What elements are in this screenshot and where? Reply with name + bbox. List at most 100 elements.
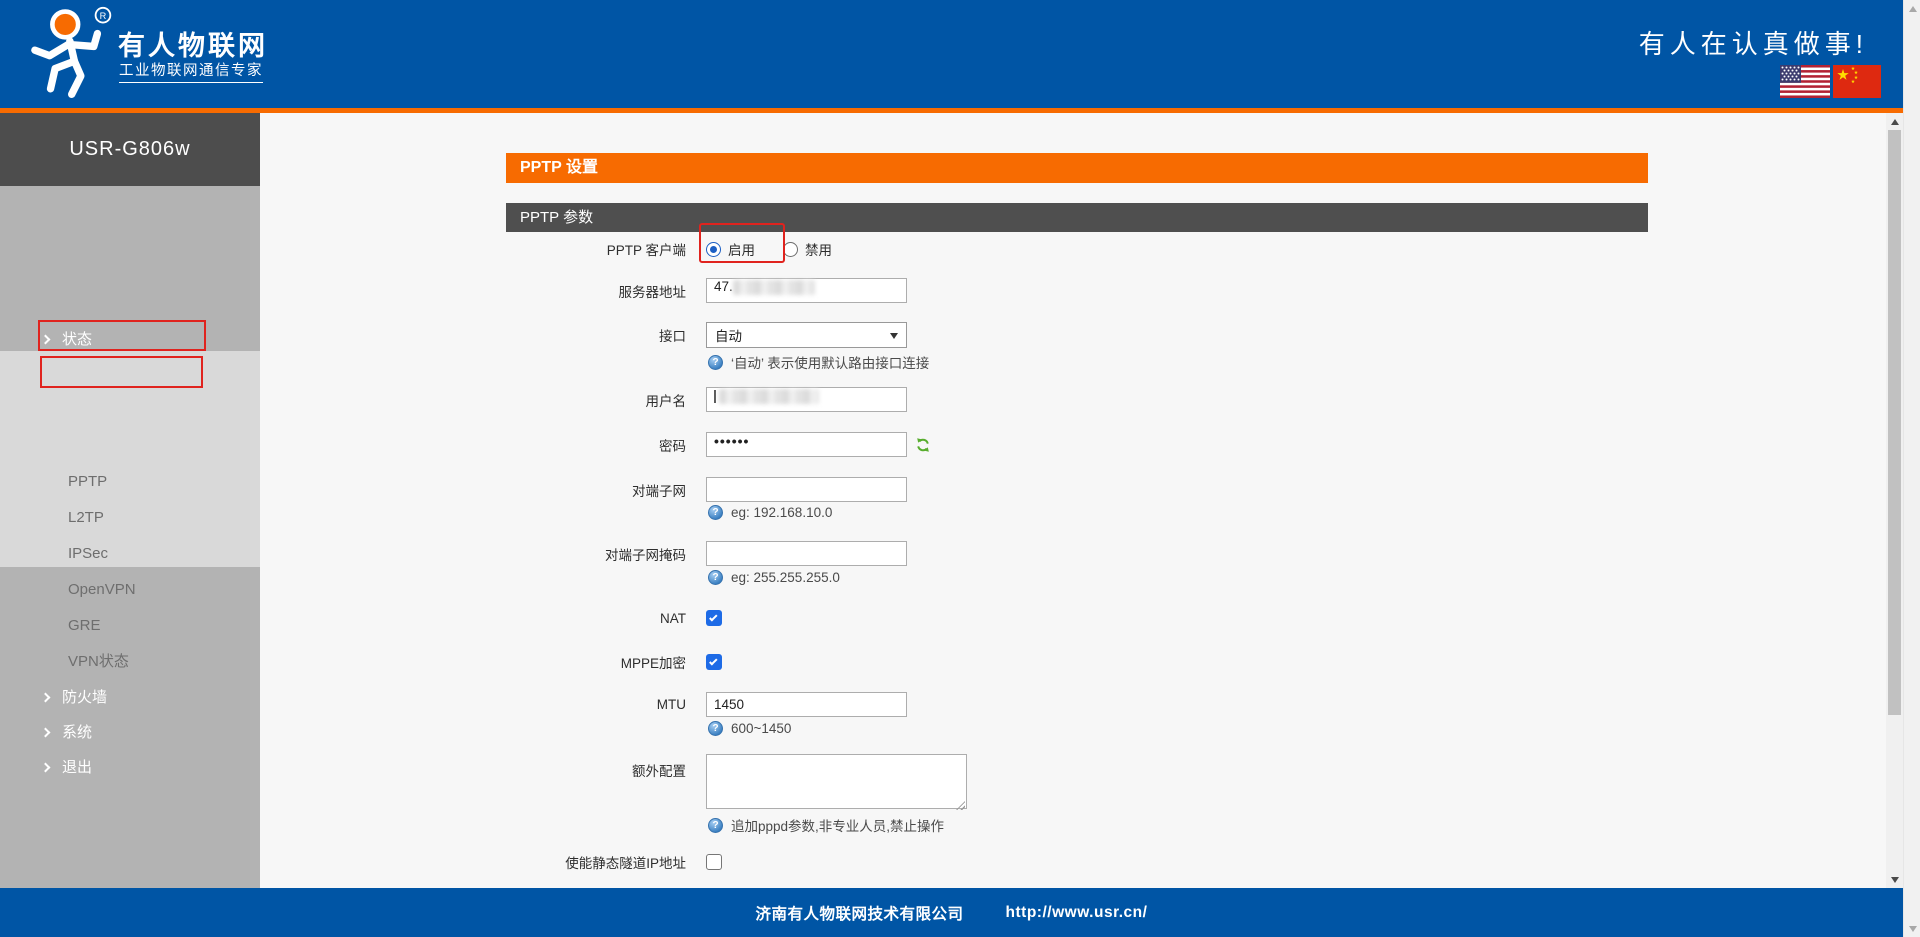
- chevron-right-icon: [41, 335, 51, 345]
- help-icon: ?: [708, 721, 723, 736]
- hint-text: ‘自动’ 表示使用默认路由接口连接: [731, 352, 929, 372]
- field-label: 用户名: [506, 390, 706, 410]
- sidebar-item-label: 防火墙: [62, 689, 107, 706]
- sidebar-item-l2tp[interactable]: L2TP: [0, 500, 260, 536]
- redacted-value: [733, 280, 815, 295]
- content-scrollbar[interactable]: [1886, 113, 1903, 888]
- peer-mask-input[interactable]: [706, 541, 907, 566]
- brand-name: 有人物联网: [118, 24, 268, 63]
- help-icon: ?: [708, 570, 723, 585]
- sidebar-item-vpn-status[interactable]: VPN状态: [0, 644, 260, 680]
- company-url-link[interactable]: http://www.usr.cn/: [1006, 904, 1148, 922]
- interface-select[interactable]: 自动: [706, 322, 907, 348]
- sidebar-nav: USR-G806w 状态 服务 网络 VPN PPTP L2TP IPSec O…: [0, 113, 260, 888]
- row-extra-config: 额外配置: [506, 754, 1648, 811]
- company-name: 济南有人物联网技术有限公司: [756, 902, 964, 924]
- row-server-address: 服务器地址 47.: [506, 278, 1648, 303]
- chevron-right-icon: [41, 728, 51, 738]
- sidebar-item-label: 退出: [62, 759, 92, 776]
- enable-radio-label[interactable]: 启用: [728, 239, 755, 259]
- header-accent-bar: [0, 108, 1920, 113]
- field-label: MTU: [506, 697, 706, 712]
- field-label: MPPE加密: [506, 652, 706, 672]
- scroll-down-button[interactable]: [1886, 871, 1903, 888]
- checkmark-icon: [709, 613, 717, 621]
- nat-checkbox[interactable]: [706, 610, 722, 626]
- help-icon: ?: [708, 818, 723, 833]
- scrollbar-thumb[interactable]: [1888, 130, 1901, 715]
- mtu-hint: ? 600~1450: [708, 721, 791, 736]
- row-peer-subnet: 对端子网: [506, 477, 1648, 502]
- top-header: R 有人物联网 工业物联网通信专家 有人在认真做事!: [0, 0, 1920, 108]
- row-password: 密码 ••••••: [506, 432, 1648, 457]
- scroll-down-button[interactable]: [1904, 920, 1920, 937]
- mppe-checkbox[interactable]: [706, 654, 722, 670]
- sidebar-item-label: IPSec: [68, 545, 108, 562]
- brand-tagline: 工业物联网通信专家: [119, 59, 263, 83]
- field-label: 额外配置: [506, 754, 706, 780]
- usr-logo-icon: R: [22, 4, 114, 100]
- field-label: 密码: [506, 435, 706, 455]
- select-arrow-icon: [890, 333, 898, 339]
- header-slogan: 有人在认真做事!: [1639, 24, 1868, 61]
- pptp-form: PPTP 客户端 启用 禁用 服务器地址 47. 接口 自动 ? ‘自动’ 表示…: [506, 232, 1648, 882]
- sidebar-item-logout[interactable]: 退出: [0, 750, 260, 786]
- row-mppe: MPPE加密: [506, 653, 1648, 671]
- server-address-input[interactable]: 47.: [706, 278, 907, 303]
- cn-flag-icon[interactable]: [1833, 65, 1881, 98]
- arrow-down-icon: [1909, 926, 1917, 932]
- username-input[interactable]: [706, 387, 907, 412]
- interface-hint: ? ‘自动’ 表示使用默认路由接口连接: [708, 352, 929, 372]
- field-label: 对端子网掩码: [506, 544, 706, 564]
- arrow-up-icon: [1891, 119, 1899, 125]
- registered-mark: R: [100, 11, 107, 21]
- extra-config-textarea[interactable]: [706, 754, 967, 809]
- mtu-input[interactable]: [706, 692, 907, 717]
- device-title: USR-G806w: [0, 113, 260, 186]
- row-pptp-client: PPTP 客户端 启用 禁用: [506, 234, 1648, 264]
- server-address-value: 47.: [714, 279, 733, 294]
- arrow-down-icon: [1891, 877, 1899, 883]
- peer-subnet-input[interactable]: [706, 477, 907, 502]
- enable-radio[interactable]: [706, 242, 721, 257]
- row-nat: NAT: [506, 609, 1648, 627]
- field-label: 使能静态隧道IP地址: [506, 852, 706, 872]
- extra-config-hint: ? 追加pppd参数,非专业人员,禁止操作: [708, 815, 944, 835]
- checkmark-icon: [709, 657, 717, 665]
- hint-text: eg: 192.168.10.0: [731, 505, 832, 520]
- sidebar-item-system[interactable]: 系统: [0, 715, 260, 751]
- password-refresh-icon[interactable]: [915, 437, 931, 453]
- sidebar-item-label: 系统: [62, 724, 92, 741]
- redacted-value: [719, 389, 819, 404]
- arrow-up-icon: [1909, 6, 1917, 12]
- sidebar-item-gre[interactable]: GRE: [0, 608, 260, 644]
- sidebar-item-label: GRE: [68, 617, 101, 634]
- peer-mask-hint: ? eg: 255.255.255.0: [708, 570, 840, 585]
- peer-subnet-hint: ? eg: 192.168.10.0: [708, 505, 832, 520]
- password-input[interactable]: ••••••: [706, 432, 907, 457]
- help-icon: ?: [708, 355, 723, 370]
- disable-radio-label[interactable]: 禁用: [805, 239, 832, 259]
- field-label: PPTP 客户端: [506, 239, 706, 259]
- scroll-up-button[interactable]: [1886, 113, 1903, 130]
- help-icon: ?: [708, 505, 723, 520]
- page-scrollbar[interactable]: [1903, 0, 1920, 937]
- redacted-glyph: [714, 390, 716, 403]
- row-interface: 接口 自动: [506, 322, 1648, 348]
- disable-radio[interactable]: [783, 242, 798, 257]
- field-label: NAT: [506, 611, 706, 626]
- scroll-up-button[interactable]: [1904, 0, 1920, 17]
- sidebar-item-firewall[interactable]: 防火墙: [0, 680, 260, 716]
- sidebar-item-openvpn[interactable]: OpenVPN: [0, 572, 260, 608]
- sidebar-item-label: 状态: [62, 331, 92, 348]
- interface-selected-value: 自动: [715, 325, 742, 345]
- field-label: 服务器地址: [506, 281, 706, 301]
- sidebar-item-ipsec[interactable]: IPSec: [0, 536, 260, 572]
- field-label: 接口: [506, 325, 706, 345]
- sidebar-item-label: PPTP: [68, 473, 107, 490]
- us-flag-icon[interactable]: [1780, 65, 1830, 98]
- static-tunnel-ip-checkbox[interactable]: [706, 854, 722, 870]
- sidebar-item-pptp[interactable]: PPTP: [0, 464, 260, 500]
- hint-text: eg: 255.255.255.0: [731, 570, 840, 585]
- sidebar-item-label: OpenVPN: [68, 581, 136, 598]
